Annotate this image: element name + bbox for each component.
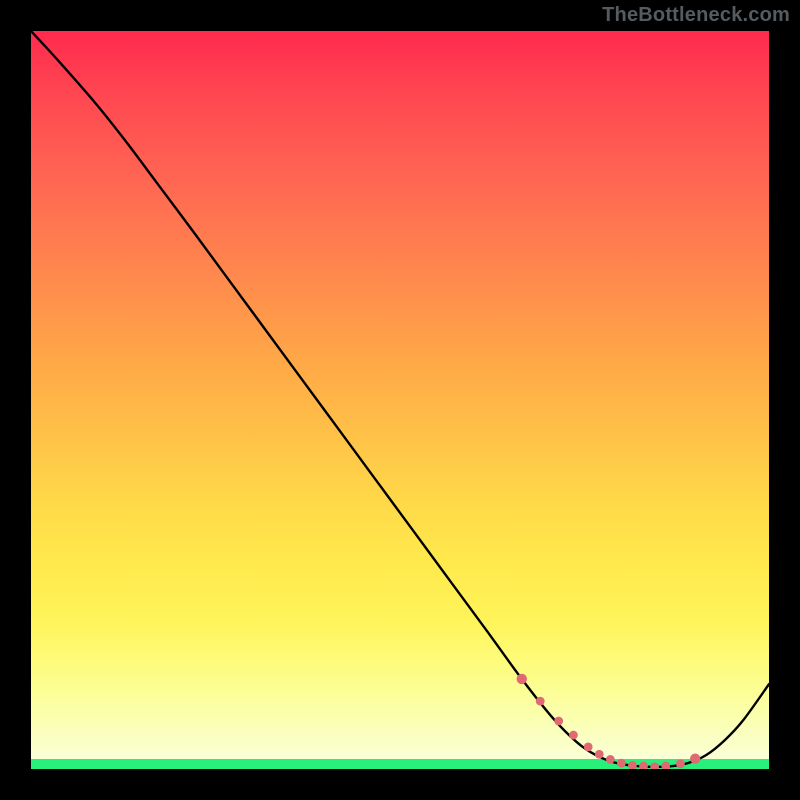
marker-dot xyxy=(676,759,685,768)
marker-dot xyxy=(661,762,670,769)
plot-area xyxy=(31,31,769,769)
curve-layer xyxy=(31,31,769,769)
marker-dot xyxy=(690,753,700,763)
marker-dot xyxy=(554,717,563,726)
marker-dot xyxy=(617,759,626,768)
watermark-label: TheBottleneck.com xyxy=(602,4,790,27)
marker-dot xyxy=(595,750,604,759)
marker-dot xyxy=(517,674,527,684)
marker-dot xyxy=(569,731,578,740)
bottleneck-curve xyxy=(31,31,769,767)
marker-dot xyxy=(584,742,593,751)
chart-frame: TheBottleneck.com xyxy=(0,0,800,800)
marker-dot xyxy=(536,697,545,706)
marker-dot xyxy=(606,755,615,764)
trough-markers xyxy=(517,674,701,769)
marker-dot xyxy=(628,761,637,769)
marker-dot xyxy=(639,762,648,769)
marker-dot xyxy=(650,762,659,769)
